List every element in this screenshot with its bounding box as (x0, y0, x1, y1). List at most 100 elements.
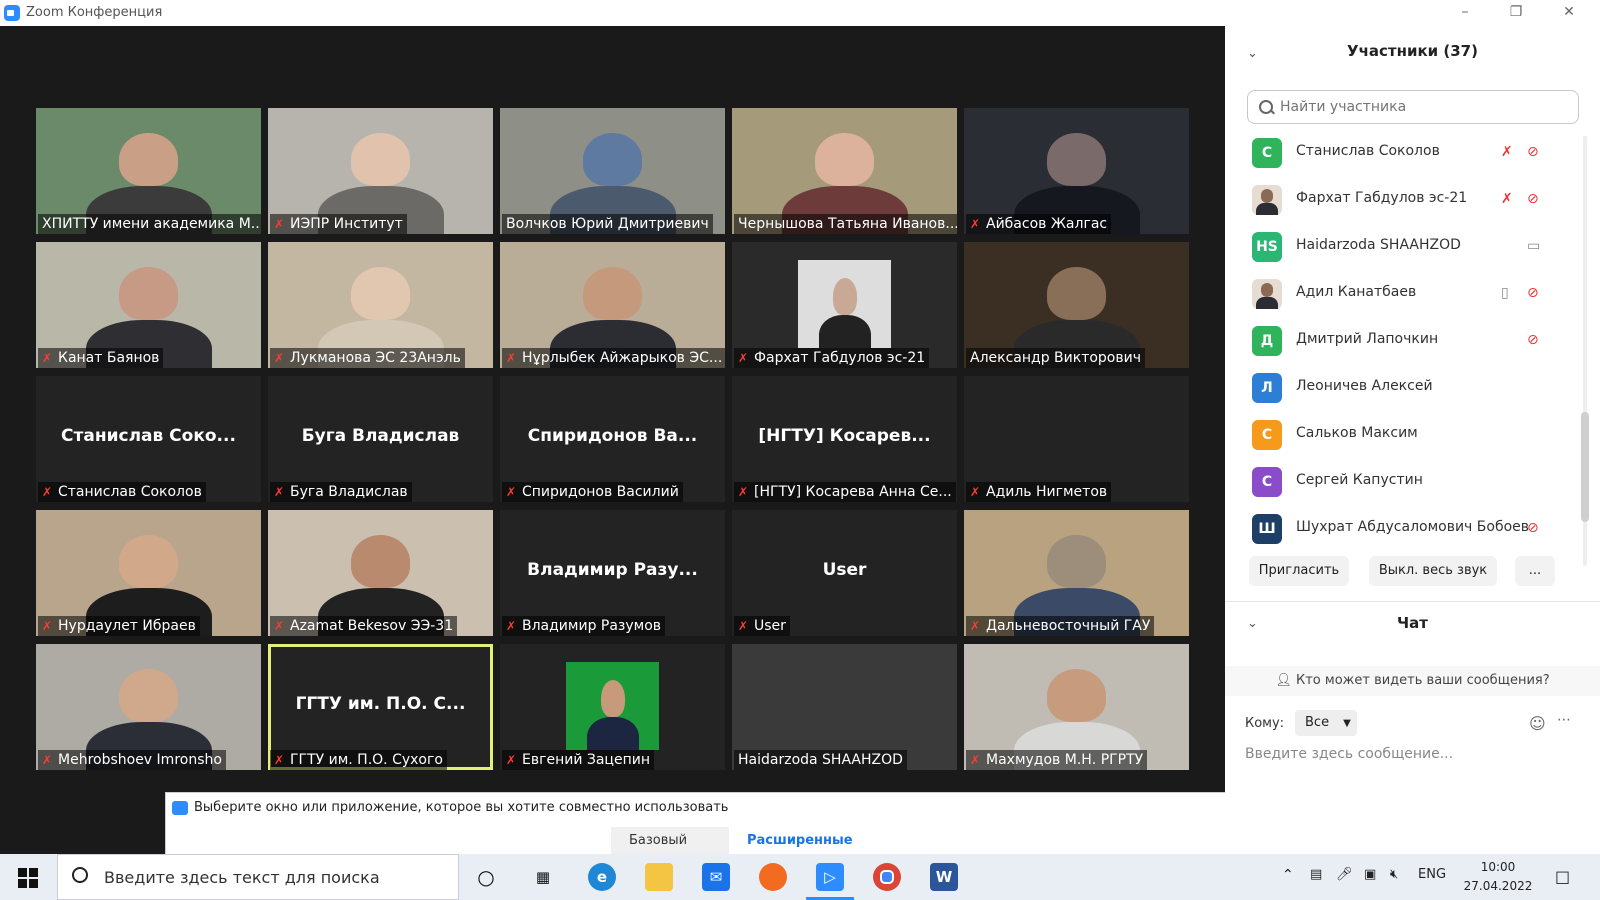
network-icon[interactable]: ▤ (1310, 867, 1322, 882)
chevron-up-icon[interactable]: ⌃ (1282, 867, 1294, 883)
clock[interactable]: 10:00 27.04.2022 (1458, 858, 1538, 896)
mute-all-button[interactable]: Выкл. весь звук (1369, 556, 1497, 586)
minimize-button[interactable]: – (1442, 0, 1488, 26)
video-tile[interactable]: ✗ ИЭПР Институт (268, 108, 493, 234)
video-tile[interactable]: ✗ Лукманова ЭС 23Анэль (268, 242, 493, 368)
firefox-icon[interactable] (759, 863, 787, 891)
video-tile[interactable]: ✗ Айбасов Жалгас (964, 108, 1189, 234)
video-tile[interactable]: User ✗ User (732, 510, 957, 636)
microphone-icon[interactable]: ▯ (1501, 285, 1517, 303)
close-window-button[interactable]: ✕ (1546, 0, 1592, 26)
participant-face (119, 669, 178, 722)
windows-start-icon[interactable] (18, 868, 38, 888)
video-off-icon[interactable]: ⊘ (1527, 191, 1547, 209)
participant-list[interactable]: С Станислав Соколов ✗ ⊘ Фархат Габдулов эс-2… (1225, 130, 1600, 566)
video-tile[interactable]: ✗ Нурдаулет Ибраев (36, 510, 261, 636)
participant-row[interactable]: С Станислав Соколов ✗ ⊘ (1225, 130, 1600, 177)
participant-row[interactable]: Фархат Габдулов эс-21 ✗ ⊘ (1225, 177, 1600, 224)
participant-row[interactable]: С Сальков Максим (1225, 412, 1600, 459)
participant-name-text: Евгений Зацепин (522, 752, 650, 768)
video-tile[interactable]: Волчков Юрий Дмитриевич (500, 108, 725, 234)
video-tile[interactable]: ✗ Евгений Зацепин (500, 644, 725, 770)
notifications-icon[interactable]: □ (1555, 867, 1570, 886)
restore-button[interactable]: ❐ (1493, 0, 1539, 26)
avatar (1252, 185, 1282, 215)
invite-button[interactable]: Пригласить (1249, 556, 1349, 586)
participant-name-label: ✗ Канат Баянов (38, 348, 164, 368)
scrollbar-thumb[interactable] (1581, 412, 1589, 522)
video-tile[interactable]: Александр Викторович (964, 242, 1189, 368)
mic-muted-icon: ✗ (506, 619, 517, 633)
video-tile[interactable]: ХПИТТУ имени академика М... (36, 108, 261, 234)
microphone-icon[interactable]: 🎤︎ (1336, 867, 1353, 882)
video-tile[interactable]: ✗ Адиль Нигметов (964, 376, 1189, 502)
word-icon[interactable]: W (930, 863, 958, 891)
participant-face (351, 267, 410, 320)
video-off-icon[interactable]: ⊘ (1527, 520, 1547, 538)
participant-face (119, 535, 178, 588)
taskbar-search[interactable]: Введите здесь текст для поиска (57, 854, 459, 900)
participant-face (1047, 535, 1106, 588)
video-tile[interactable]: ✗ Нұрлыбек Айжарыков ЭС... (500, 242, 725, 368)
file-explorer-icon[interactable] (645, 863, 673, 891)
tab-advanced[interactable]: Расширенные (729, 827, 871, 855)
video-tile[interactable]: ГГТУ им. П.О. С... ✗ ГГТУ им. П.О. Сухого (268, 644, 493, 770)
more-options-icon[interactable]: ⋯ (1557, 712, 1571, 728)
cortana-icon[interactable]: ○ (472, 863, 500, 891)
video-tile[interactable]: ✗ Mehrobshoev Imronsho (36, 644, 261, 770)
video-tile[interactable]: [НГТУ] Косарев... ✗ [НГТУ] Косарева Анна С… (732, 376, 957, 502)
search-input[interactable] (1247, 90, 1579, 124)
chrome-center-dot (880, 870, 894, 884)
participant-name-text: Лукманова ЭС 23Анэль (290, 350, 461, 366)
participant-row[interactable]: С Сергей Капустин (1225, 459, 1600, 506)
participant-row[interactable]: Д Дмитрий Лапочкин ⊘ (1225, 318, 1600, 365)
participant-row[interactable]: Ш Шухрат Абдусаломович Бобоев ⊘ (1225, 506, 1600, 553)
mail-icon[interactable]: ✉ (702, 863, 730, 891)
video-tile[interactable]: Буга Владислав ✗ Буга Владислав (268, 376, 493, 502)
emoji-icon[interactable]: ☺ (1529, 714, 1546, 733)
who-can-see-link[interactable]: 👤︎ Кто может видеть ваши сообщения? (1225, 666, 1600, 696)
volume-muted-icon[interactable]: 🔇︎ (1390, 867, 1398, 882)
video-tile[interactable]: Спиридонов Ва... ✗ Спиридонов Василий (500, 376, 725, 502)
video-off-icon[interactable]: ⊘ (1527, 332, 1547, 350)
participant-name-label: Чернышова Татьяна Иванов... (734, 214, 957, 234)
video-off-icon[interactable]: ⊘ (1527, 285, 1547, 303)
recipient-select[interactable]: Все ▼ (1295, 710, 1357, 736)
video-tile[interactable]: ✗ Махмудов М.Н. РГРТУ (964, 644, 1189, 770)
video-off-icon[interactable]: ⊘ (1527, 144, 1547, 162)
task-view-icon[interactable]: ▦ (529, 863, 557, 891)
video-tile[interactable]: Haidarzoda SHAAHZOD (732, 644, 957, 770)
video-tile[interactable]: ✗ Фархат Габдулов эс-21 (732, 242, 957, 368)
participant-display-name: ГГТУ им. П.О. С... (295, 694, 466, 714)
mic-muted-icon: ✗ (274, 351, 285, 365)
video-tile[interactable]: Станислав Соко... ✗ Станислав Соколов (36, 376, 261, 502)
language-indicator[interactable]: ENG (1418, 867, 1446, 882)
mic-muted-icon[interactable]: ✗ (1501, 144, 1517, 162)
mic-muted-icon: ✗ (274, 485, 285, 499)
display-icon[interactable]: ▣ (1364, 867, 1376, 882)
video-tile[interactable]: Владимир Разу... ✗ Владимир Разумов (500, 510, 725, 636)
video-tile[interactable]: ✗ Дальневосточный ГАУ (964, 510, 1189, 636)
chat-input[interactable]: Введите здесь сообщение... (1245, 746, 1453, 762)
zoom-taskbar-icon[interactable]: ▷ (816, 863, 844, 891)
participant-name-label: ✗ Лукманова ЭС 23Анэль (270, 348, 465, 368)
mic-muted-icon: ✗ (506, 351, 517, 365)
mic-muted-icon[interactable]: ✗ (1501, 191, 1517, 209)
windows-taskbar: Введите здесь текст для поиска ○ ▦ e ✉ ▷… (0, 854, 1600, 900)
zoom-app-icon (4, 5, 20, 21)
video-icon[interactable]: ▭ (1527, 238, 1547, 256)
participant-name: Станислав Соколов (1296, 143, 1440, 159)
participant-name-label: ✗ User (734, 616, 790, 636)
video-tile[interactable]: ✗ Канат Баянов (36, 242, 261, 368)
video-tile[interactable]: ✗ Azamat Bekesov ЭЭ-31 (268, 510, 493, 636)
participant-row[interactable]: Л Леоничев Алексей (1225, 365, 1600, 412)
chrome-icon[interactable] (873, 863, 901, 891)
participant-name-label: ✗ Айбасов Жалгас (966, 214, 1112, 234)
video-tile[interactable]: Чернышова Татьяна Иванов... (732, 108, 957, 234)
participant-row[interactable]: HS Haidarzoda SHAAHZOD ▭ (1225, 224, 1600, 271)
tab-basic[interactable]: Базовый (611, 827, 705, 855)
avatar (1252, 279, 1282, 309)
more-button[interactable]: ... (1515, 556, 1555, 586)
edge-icon[interactable]: e (588, 863, 616, 891)
participant-row[interactable]: Адил Канатбаев ▯ ⊘ (1225, 271, 1600, 318)
